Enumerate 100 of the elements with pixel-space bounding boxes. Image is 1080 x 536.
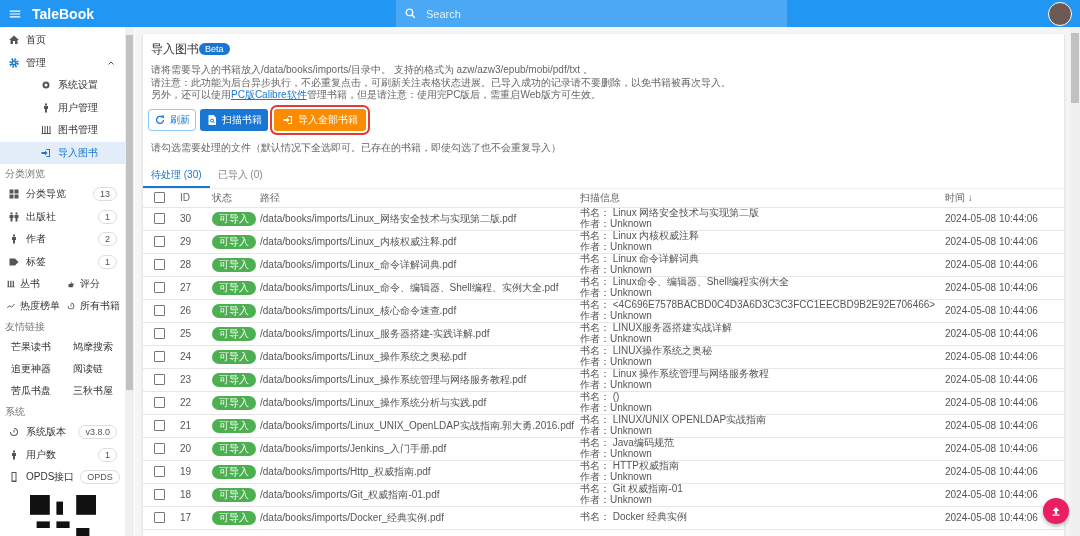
friend-link[interactable]: 芒果读书 [0,336,62,358]
avatar[interactable] [1048,1,1072,26]
nav-icon [8,188,20,201]
book-title-text: 书名： Linux 网络安全技术与实现第二版 [580,208,761,219]
nav-item[interactable]: 首页 [0,29,125,52]
column-header[interactable]: 状态 [212,190,260,205]
row-checkbox[interactable] [154,420,165,431]
status-chip: 可导入 [212,372,256,387]
table-cell-text: 27 [179,282,193,293]
column-header[interactable]: 扫描信息 [580,190,945,205]
nav-item[interactable]: 热度榜单 [0,295,60,317]
app-title: TaleBook [32,5,95,22]
row-checkbox[interactable] [154,512,165,523]
nav-item[interactable]: 丛书 [0,273,60,295]
friend-link[interactable]: 阅读链 [62,358,124,380]
table-cell-text: 24 [179,351,193,362]
table-cell-text: 2024-05-08 10:44:06 [945,466,1039,477]
tab[interactable]: 待处理 (30) [143,164,210,188]
row-checkbox[interactable] [154,351,165,362]
nav-icon [8,210,20,223]
section-heading: 系统 [4,405,26,419]
table-cell-text: /data/books/imports/Linux_核心命令速查.pdf [260,303,458,318]
table-cell-text: 19 [179,466,193,477]
friend-link[interactable]: 三秋书屋 [62,380,124,402]
table-cell-text: /data/books/imports/Jenkins_入门手册.pdf [260,441,448,456]
column-header[interactable]: ID [176,192,212,203]
nav-item[interactable]: 系统版本 v3.8.0 [0,421,125,444]
nav-item[interactable]: 图书管理 [0,119,125,142]
table-cell-text: 28 [179,259,193,270]
note-text: 另外，还可以使用 [151,89,231,102]
table-cell-text: 18 [179,489,193,500]
table-cell-text: /data/books/imports/Linux_命令、编辑器、Shell编程、实例大全.pdf [260,280,560,295]
book-title-text: 书名： LINUX/UNIX OPENLDAP实战指南 [580,415,768,426]
row-checkbox[interactable] [154,282,165,293]
table-cell-text: 25 [179,328,193,339]
row-checkbox[interactable] [154,443,165,454]
calibre-link[interactable]: PC版Calibre软件 [231,89,307,102]
nav-item[interactable]: 用户管理 [0,96,125,119]
scrollbar[interactable] [1070,27,1080,536]
scrollbar-thumb[interactable] [1071,33,1079,103]
status-chip: 可导入 [212,257,256,272]
nav-item[interactable]: 所有书籍 [60,295,125,317]
nav-item[interactable]: 出版社 1 [0,205,125,228]
status-chip: 可导入 [212,234,256,249]
book-title-text: 书名： HTTP权威指南 [580,461,680,472]
gear-icon [8,56,20,69]
nav-item[interactable]: 导入图书 [0,141,125,164]
scrollbar-thumb[interactable] [126,35,133,390]
nav-item[interactable]: 分类导览 13 [0,183,125,206]
column-header[interactable]: 时间 ↓ [945,190,1050,205]
row-checkbox[interactable] [154,328,165,339]
tab[interactable]: 已导入 (0) [209,164,271,188]
friend-link[interactable]: 苦瓜书盘 [0,380,62,402]
nav-item[interactable]: OPDS接口 OPDS [0,466,125,489]
row-checkbox[interactable] [154,397,165,408]
book-title-text: 书名： LINUX操作系统之奥秘 [580,346,714,357]
note-text: 请注意：此功能为后台异步执行，不必重复点击，可刷新关注表格状态进展。已导入成功的记录请不要删除，以免书籍被再次导入。 [151,76,732,89]
table-cell-text: /data/books/imports/Linux_内核权威注释.pdf [260,234,458,249]
table-cell-text: 22 [179,397,193,408]
search-field[interactable]: Search [424,6,728,21]
table-cell-text: 26 [179,305,193,316]
nav-item[interactable]: 标签 1 [0,250,125,273]
author-text: 作者：Unknown [580,218,652,229]
nav-item[interactable]: 系统设置 [0,74,125,97]
friend-link[interactable]: 追更神器 [0,358,62,380]
row-checkbox[interactable] [154,466,165,477]
book-title-text: 书名： Linux 命令详解词典 [580,254,701,265]
table-cell-text: 29 [179,236,193,247]
row-checkbox[interactable] [154,489,165,500]
search-bar[interactable]: Search [396,0,787,27]
action-button[interactable]: 刷新 [148,108,196,131]
refresh-icon [154,113,166,126]
row-checkbox[interactable] [154,236,165,247]
table-cell-text: 2024-05-08 10:44:06 [945,512,1039,523]
row-checkbox[interactable] [154,213,165,224]
friend-link[interactable]: 鸠摩搜索 [62,336,124,358]
action-button[interactable]: 扫描书籍 [200,108,268,131]
page-title: 导入图书 [151,40,199,58]
book-title-text: 书名： Linux 内核权威注释 [580,231,701,242]
nav-item[interactable]: 作者 2 [0,228,125,251]
author-text: 作者：Unknown [580,264,652,275]
table-cell-text: 2024-05-08 10:44:06 [945,305,1039,316]
table-cell-text: /data/books/imports/Linux_网络安全技术与实现第二版.pdf [260,211,518,226]
row-checkbox[interactable] [154,374,165,385]
select-all-checkbox[interactable] [154,192,165,203]
row-checkbox[interactable] [154,259,165,270]
nav-item[interactable]: 管理 [0,51,125,74]
column-header[interactable]: 路径 [260,190,580,205]
nav-item[interactable]: 评分 [60,273,125,295]
table-cell-text: /data/books/imports/Linux_服务器搭建-实践详解.pdf [260,326,491,341]
scrollbar[interactable] [125,27,134,536]
table-cell-text: 2024-05-08 10:44:06 [945,397,1039,408]
nav-item[interactable]: 用户数 1 [0,443,125,466]
author-text: 作者：Unknown [580,241,652,252]
row-checkbox[interactable] [154,305,165,316]
author-text: 作者：Unknown [580,425,653,436]
table-cell-text: 2024-05-08 10:44:06 [945,420,1039,431]
status-chip: 可导入 [212,418,256,433]
status-chip: 可导入 [212,303,256,318]
status-chip: 可导入 [212,395,256,410]
